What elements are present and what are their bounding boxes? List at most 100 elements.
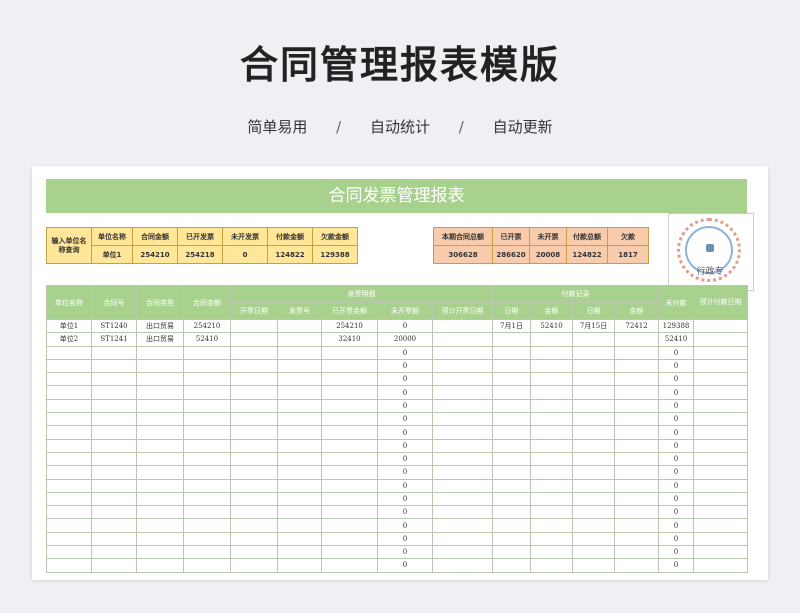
table-cell[interactable] <box>91 478 137 493</box>
table-cell[interactable] <box>46 438 92 453</box>
table-cell[interactable] <box>136 345 184 360</box>
table-cell[interactable] <box>492 425 532 440</box>
table-cell[interactable] <box>693 438 749 453</box>
table-cell[interactable] <box>277 398 322 414</box>
table-cell[interactable] <box>693 545 749 560</box>
table-cell[interactable] <box>277 558 322 573</box>
table-cell[interactable] <box>46 345 92 360</box>
table-cell[interactable]: 0 <box>658 345 695 360</box>
table-cell[interactable] <box>136 491 184 507</box>
table-cell[interactable]: 0 <box>377 478 433 493</box>
table-cell[interactable] <box>530 465 574 480</box>
table-cell[interactable] <box>431 491 494 507</box>
table-cell[interactable]: 0 <box>377 465 433 480</box>
table-cell[interactable] <box>431 372 494 387</box>
table-cell[interactable] <box>431 451 494 467</box>
table-cell[interactable]: 0 <box>658 545 695 560</box>
table-cell[interactable] <box>46 412 92 427</box>
table-cell[interactable] <box>321 491 378 507</box>
table-cell[interactable] <box>614 531 660 547</box>
table-cell[interactable] <box>183 345 231 360</box>
table-cell[interactable] <box>277 451 322 467</box>
table-cell[interactable] <box>572 505 616 520</box>
table-cell[interactable] <box>321 345 378 360</box>
table-cell[interactable] <box>492 518 532 533</box>
table-cell[interactable] <box>321 358 378 374</box>
table-cell[interactable]: 出口贸易 <box>136 318 184 334</box>
table-cell[interactable] <box>321 398 378 414</box>
table-cell[interactable] <box>277 531 322 547</box>
table-cell[interactable] <box>136 451 184 467</box>
table-cell[interactable] <box>572 518 616 533</box>
table-cell[interactable] <box>230 425 278 440</box>
table-cell[interactable] <box>183 545 231 560</box>
table-cell[interactable]: 0 <box>377 451 433 467</box>
table-cell[interactable] <box>530 398 574 414</box>
table-cell[interactable] <box>492 545 532 560</box>
table-cell[interactable]: 254210 <box>321 318 378 334</box>
table-cell[interactable] <box>431 332 494 347</box>
table-cell[interactable] <box>614 451 660 467</box>
table-cell[interactable] <box>46 425 92 440</box>
table-cell[interactable] <box>91 558 137 573</box>
table-cell[interactable] <box>321 451 378 467</box>
table-cell[interactable]: 0 <box>658 372 695 387</box>
table-cell[interactable] <box>136 558 184 573</box>
table-cell[interactable] <box>530 545 574 560</box>
table-cell[interactable]: 0 <box>377 491 433 507</box>
table-cell[interactable] <box>614 372 660 387</box>
table-cell[interactable]: 32410 <box>321 332 378 347</box>
table-cell[interactable] <box>492 345 532 360</box>
table-cell[interactable] <box>46 531 92 547</box>
table-cell[interactable] <box>431 385 494 400</box>
table-cell[interactable] <box>136 545 184 560</box>
table-cell[interactable] <box>183 358 231 374</box>
table-cell[interactable] <box>277 491 322 507</box>
table-cell[interactable] <box>183 438 231 453</box>
table-cell[interactable] <box>183 372 231 387</box>
table-cell[interactable] <box>136 465 184 480</box>
table-cell[interactable] <box>46 558 92 573</box>
table-cell[interactable] <box>492 465 532 480</box>
table-cell[interactable] <box>614 412 660 427</box>
table-cell[interactable] <box>431 478 494 493</box>
table-cell[interactable] <box>46 491 92 507</box>
table-cell[interactable] <box>614 425 660 440</box>
table-cell[interactable] <box>614 438 660 453</box>
table-cell[interactable] <box>431 358 494 374</box>
table-cell[interactable]: 7月1日 <box>492 318 532 334</box>
table-cell[interactable] <box>693 505 749 520</box>
table-cell[interactable] <box>492 385 532 400</box>
table-cell[interactable] <box>530 345 574 360</box>
table-cell[interactable] <box>614 332 660 347</box>
table-cell[interactable] <box>230 318 278 334</box>
table-cell[interactable] <box>693 385 749 400</box>
table-cell[interactable] <box>230 385 278 400</box>
table-cell[interactable]: 7月15日 <box>572 318 616 334</box>
table-cell[interactable] <box>91 531 137 547</box>
table-cell[interactable] <box>230 438 278 453</box>
table-cell[interactable] <box>136 478 184 493</box>
table-cell[interactable] <box>46 465 92 480</box>
table-cell[interactable] <box>136 412 184 427</box>
table-cell[interactable] <box>492 451 532 467</box>
table-cell[interactable] <box>183 558 231 573</box>
table-cell[interactable]: 0 <box>658 505 695 520</box>
table-cell[interactable] <box>46 505 92 520</box>
table-cell[interactable] <box>431 318 494 334</box>
table-cell[interactable] <box>46 451 92 467</box>
table-cell[interactable] <box>431 558 494 573</box>
table-cell[interactable] <box>530 412 574 427</box>
table-cell[interactable] <box>572 385 616 400</box>
table-cell[interactable] <box>91 412 137 427</box>
table-cell[interactable] <box>230 451 278 467</box>
table-cell[interactable] <box>492 412 532 427</box>
table-cell[interactable] <box>277 372 322 387</box>
table-cell[interactable] <box>230 358 278 374</box>
table-cell[interactable] <box>183 385 231 400</box>
table-cell[interactable] <box>136 372 184 387</box>
table-cell[interactable] <box>321 518 378 533</box>
table-cell[interactable]: 0 <box>377 398 433 414</box>
table-cell[interactable] <box>321 505 378 520</box>
table-cell[interactable] <box>431 531 494 547</box>
